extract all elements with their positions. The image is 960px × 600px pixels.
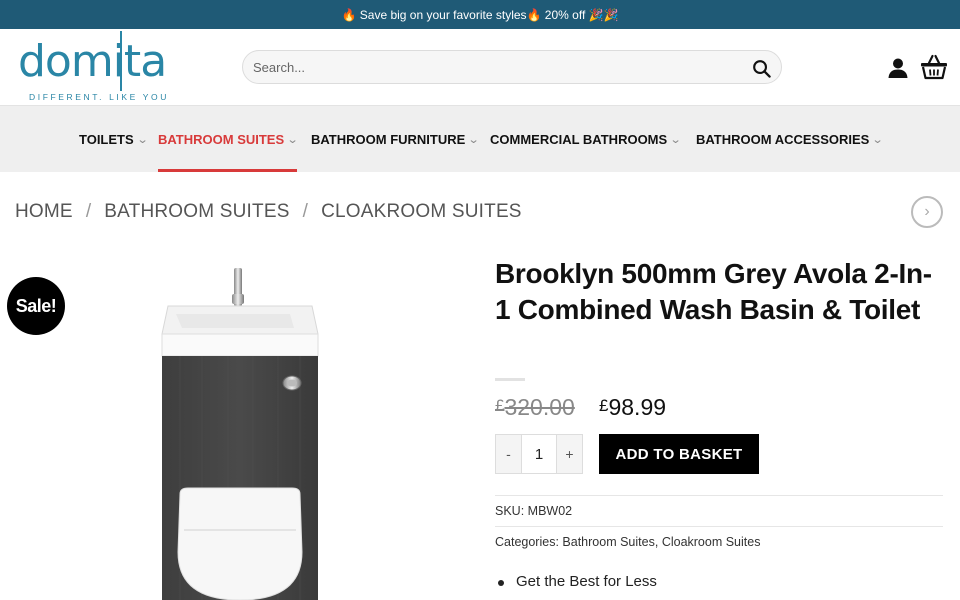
nav-item-label: BATHROOM FURNITURE bbox=[311, 131, 466, 147]
basket-icon bbox=[921, 54, 947, 80]
main-nav: TOILETS ⌄ BATHROOM SUITES ⌄ BATHROOM FURNI… bbox=[0, 106, 960, 172]
search-input[interactable] bbox=[253, 57, 733, 77]
category-link-cloakroom-suites[interactable]: Cloakroom Suites bbox=[662, 535, 761, 549]
sku-label: SKU: bbox=[495, 504, 525, 518]
sale-price-value: 98.99 bbox=[608, 394, 667, 420]
original-price: £320.00 bbox=[495, 394, 575, 421]
nav-item-bathroom-accessories[interactable]: BATHROOM ACCESSORIES ⌄ bbox=[696, 106, 884, 172]
basket-button[interactable] bbox=[920, 54, 948, 80]
logo-tagline: DIFFERENT. LIKE YOU bbox=[29, 92, 169, 102]
product-highlights: Get the Best for Less bbox=[495, 573, 657, 590]
chevron-down-icon: ⌄ bbox=[871, 133, 884, 146]
nav-item-bathroom-suites[interactable]: BATHROOM SUITES ⌄ bbox=[158, 106, 299, 172]
nav-item-commercial-bathrooms[interactable]: COMMERCIAL BATHROOMS ⌄ bbox=[490, 106, 682, 172]
chevron-down-icon: ⌄ bbox=[467, 133, 480, 146]
sale-badge: Sale! bbox=[7, 277, 65, 335]
nav-item-bathroom-furniture[interactable]: BATHROOM FURNITURE ⌄ bbox=[311, 106, 480, 172]
product-sku: SKU: MBW02 bbox=[495, 504, 572, 518]
breadcrumb: HOME / BATHROOM SUITES / CLOAKROOM SUITE… bbox=[15, 199, 522, 225]
breadcrumb-separator: / bbox=[85, 201, 92, 222]
meta-divider bbox=[495, 526, 943, 527]
meta-divider bbox=[495, 495, 943, 496]
chevron-down-icon: ⌄ bbox=[286, 133, 299, 146]
nav-item-label: TOILETS bbox=[79, 131, 134, 147]
basin-toilet-unit-image bbox=[161, 268, 319, 600]
category-separator: , bbox=[654, 535, 659, 549]
sale-price: £98.99 bbox=[599, 394, 666, 421]
nav-item-label: BATHROOM SUITES bbox=[158, 131, 285, 147]
categories-label: Categories: bbox=[495, 535, 559, 549]
logo-wordmark: domita bbox=[18, 36, 167, 87]
nav-item-label: BATHROOM ACCESSORIES bbox=[696, 131, 870, 147]
promo-bar: 🔥 Save big on your favorite styles🔥 20% … bbox=[0, 0, 960, 29]
user-icon bbox=[888, 58, 908, 78]
site-logo[interactable]: domita DIFFERENT. LIKE YOU bbox=[18, 31, 198, 103]
nav-item-label: COMMERCIAL BATHROOMS bbox=[490, 131, 668, 147]
quantity-stepper: - + bbox=[495, 434, 583, 474]
original-price-value: 320.00 bbox=[504, 394, 575, 420]
nav-item-toilets[interactable]: TOILETS ⌄ bbox=[79, 106, 149, 172]
quantity-input[interactable] bbox=[521, 435, 557, 473]
add-to-basket-button[interactable]: ADD TO BASKET bbox=[599, 434, 759, 474]
search-icon bbox=[752, 59, 771, 78]
product-image[interactable] bbox=[140, 262, 340, 600]
promo-text: 🔥 Save big on your favorite styles🔥 20% … bbox=[341, 7, 619, 22]
sku-value: MBW02 bbox=[527, 504, 573, 518]
search-box bbox=[242, 50, 782, 84]
list-item: Get the Best for Less bbox=[495, 573, 657, 590]
chevron-down-icon: ⌄ bbox=[669, 133, 682, 146]
product-title: Brooklyn 500mm Grey Avola 2-In-1 Combine… bbox=[495, 258, 932, 325]
breadcrumb-bathroom-suites[interactable]: BATHROOM SUITES bbox=[104, 201, 289, 223]
next-product-button[interactable]: › bbox=[911, 196, 943, 228]
sale-badge-label: Sale! bbox=[15, 295, 57, 316]
chevron-right-icon: › bbox=[924, 203, 930, 220]
quantity-decrease-button[interactable]: - bbox=[496, 435, 521, 473]
breadcrumb-separator: / bbox=[302, 201, 309, 222]
account-button[interactable] bbox=[886, 56, 910, 80]
site-header: domita DIFFERENT. LIKE YOU bbox=[0, 29, 960, 106]
quantity-increase-button[interactable]: + bbox=[557, 435, 582, 473]
breadcrumb-cloakroom-suites[interactable]: CLOAKROOM SUITES bbox=[321, 201, 522, 223]
category-link-bathroom-suites[interactable]: Bathroom Suites bbox=[562, 535, 654, 549]
chevron-down-icon: ⌄ bbox=[136, 133, 149, 146]
search-button[interactable] bbox=[749, 56, 773, 80]
logo-accent-bar bbox=[120, 31, 122, 91]
product-categories: Categories: Bathroom Suites, Cloakroom S… bbox=[495, 535, 760, 549]
breadcrumb-home[interactable]: HOME bbox=[15, 201, 73, 223]
title-divider bbox=[495, 378, 525, 381]
